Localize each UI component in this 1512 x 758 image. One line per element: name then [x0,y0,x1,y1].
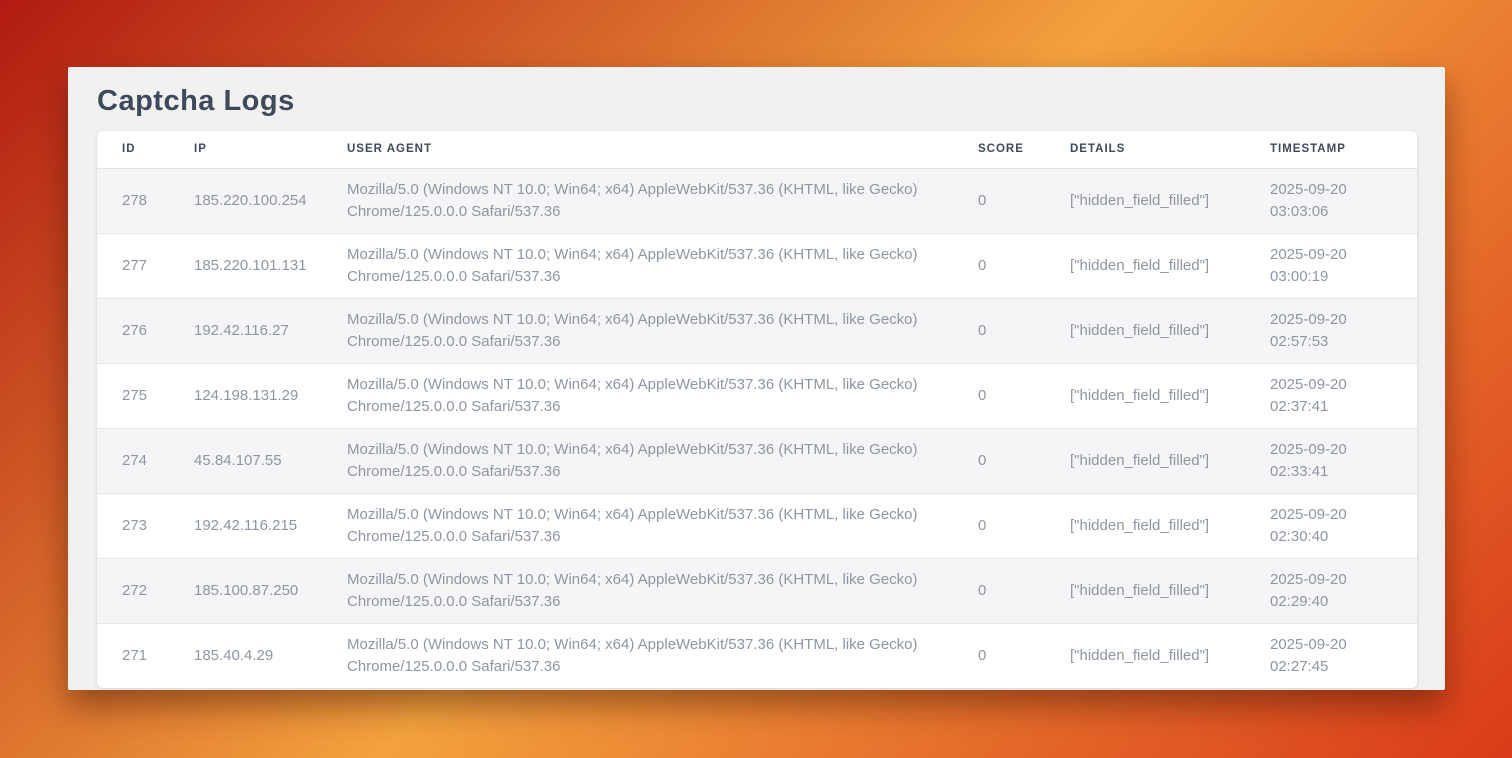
cell-timestamp: 2025-09-20 02:33:41 [1245,428,1417,493]
cell-ip: 124.198.131.29 [169,363,322,428]
cell-details: ["hidden_field_filled"] [1045,363,1245,428]
cell-user-agent: Mozilla/5.0 (Windows NT 10.0; Win64; x64… [322,233,953,298]
cell-score: 0 [953,233,1045,298]
cell-ip: 192.42.116.27 [169,298,322,363]
cell-id: 276 [97,298,169,363]
cell-details: ["hidden_field_filled"] [1045,168,1245,233]
column-header-user-agent: USER AGENT [322,131,953,168]
cell-ip: 185.220.100.254 [169,168,322,233]
table-row: 277 185.220.101.131 Mozilla/5.0 (Windows… [97,233,1417,298]
logs-table-container: ID IP USER AGENT SCORE DETAILS TIMESTAMP… [97,131,1417,688]
cell-timestamp: 2025-09-20 02:57:53 [1245,298,1417,363]
column-header-details: DETAILS [1045,131,1245,168]
cell-timestamp: 2025-09-20 02:30:40 [1245,493,1417,558]
cell-score: 0 [953,493,1045,558]
cell-user-agent: Mozilla/5.0 (Windows NT 10.0; Win64; x64… [322,168,953,233]
cell-timestamp: 2025-09-20 03:00:19 [1245,233,1417,298]
table-row: 273 192.42.116.215 Mozilla/5.0 (Windows … [97,493,1417,558]
cell-score: 0 [953,623,1045,688]
cell-details: ["hidden_field_filled"] [1045,493,1245,558]
cell-details: ["hidden_field_filled"] [1045,233,1245,298]
cell-user-agent: Mozilla/5.0 (Windows NT 10.0; Win64; x64… [322,623,953,688]
table-header-row: ID IP USER AGENT SCORE DETAILS TIMESTAMP [97,131,1417,168]
cell-id: 274 [97,428,169,493]
table-body: 278 185.220.100.254 Mozilla/5.0 (Windows… [97,168,1417,688]
table-row: 278 185.220.100.254 Mozilla/5.0 (Windows… [97,168,1417,233]
cell-timestamp: 2025-09-20 03:03:06 [1245,168,1417,233]
cell-user-agent: Mozilla/5.0 (Windows NT 10.0; Win64; x64… [322,558,953,623]
cell-ip: 45.84.107.55 [169,428,322,493]
cell-score: 0 [953,298,1045,363]
table-row: 272 185.100.87.250 Mozilla/5.0 (Windows … [97,558,1417,623]
cell-score: 0 [953,558,1045,623]
column-header-timestamp: TIMESTAMP [1245,131,1417,168]
column-header-score: SCORE [953,131,1045,168]
cell-user-agent: Mozilla/5.0 (Windows NT 10.0; Win64; x64… [322,363,953,428]
cell-id: 275 [97,363,169,428]
cell-ip: 185.220.101.131 [169,233,322,298]
cell-user-agent: Mozilla/5.0 (Windows NT 10.0; Win64; x64… [322,298,953,363]
cell-score: 0 [953,363,1045,428]
cell-timestamp: 2025-09-20 02:27:45 [1245,623,1417,688]
table-row: 275 124.198.131.29 Mozilla/5.0 (Windows … [97,363,1417,428]
cell-details: ["hidden_field_filled"] [1045,428,1245,493]
cell-user-agent: Mozilla/5.0 (Windows NT 10.0; Win64; x64… [322,493,953,558]
cell-ip: 185.40.4.29 [169,623,322,688]
cell-id: 273 [97,493,169,558]
cell-score: 0 [953,428,1045,493]
cell-id: 272 [97,558,169,623]
captcha-logs-card: Captcha Logs ID IP USER AGENT SCORE DETA… [68,67,1445,690]
table-row: 271 185.40.4.29 Mozilla/5.0 (Windows NT … [97,623,1417,688]
cell-ip: 192.42.116.215 [169,493,322,558]
cell-timestamp: 2025-09-20 02:29:40 [1245,558,1417,623]
cell-id: 277 [97,233,169,298]
page-title: Captcha Logs [68,67,1445,120]
table-row: 274 45.84.107.55 Mozilla/5.0 (Windows NT… [97,428,1417,493]
column-header-id: ID [97,131,169,168]
cell-id: 278 [97,168,169,233]
table-row: 276 192.42.116.27 Mozilla/5.0 (Windows N… [97,298,1417,363]
cell-ip: 185.100.87.250 [169,558,322,623]
cell-details: ["hidden_field_filled"] [1045,298,1245,363]
cell-timestamp: 2025-09-20 02:37:41 [1245,363,1417,428]
cell-details: ["hidden_field_filled"] [1045,558,1245,623]
cell-id: 271 [97,623,169,688]
cell-score: 0 [953,168,1045,233]
cell-user-agent: Mozilla/5.0 (Windows NT 10.0; Win64; x64… [322,428,953,493]
cell-details: ["hidden_field_filled"] [1045,623,1245,688]
logs-table: ID IP USER AGENT SCORE DETAILS TIMESTAMP… [97,131,1417,688]
column-header-ip: IP [169,131,322,168]
